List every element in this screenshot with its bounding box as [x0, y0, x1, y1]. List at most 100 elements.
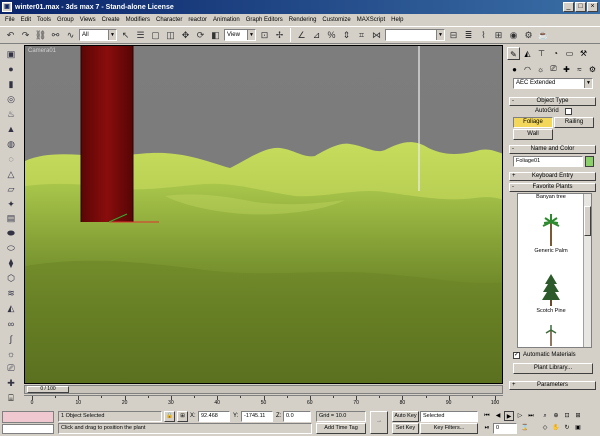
- absolute-mode-icon[interactable]: ⊞: [177, 411, 188, 422]
- geometry-icon[interactable]: ●: [509, 65, 520, 74]
- display-tab-icon[interactable]: ▭: [563, 47, 576, 60]
- render-scene-icon[interactable]: ⚙: [522, 29, 535, 42]
- x-coord-field[interactable]: 92.468: [198, 411, 230, 422]
- lights-category-icon[interactable]: ☼: [535, 65, 546, 74]
- plant-item-generic-palm[interactable]: Generic Palm: [518, 212, 584, 254]
- key-mode-dropdown[interactable]: Selected: [420, 411, 478, 422]
- wall-button[interactable]: Wall: [513, 129, 553, 140]
- lock-selection-icon[interactable]: 🔒: [164, 411, 175, 422]
- menu-customize[interactable]: Customize: [319, 17, 353, 23]
- oil-tank-icon[interactable]: ⬬: [3, 227, 19, 240]
- menu-help[interactable]: Help: [388, 17, 406, 23]
- name-and-color-rollout[interactable]: - Name and Color: [509, 145, 596, 154]
- torus-knot-icon[interactable]: ∞: [3, 317, 19, 330]
- align-icon[interactable]: ⊟: [447, 29, 460, 42]
- selection-filter-dropdown[interactable]: All ▼: [79, 29, 117, 41]
- plants-scrollbar[interactable]: [583, 194, 591, 347]
- quick-render-icon[interactable]: ☕: [537, 29, 550, 42]
- shapes-icon[interactable]: ◠: [522, 65, 533, 74]
- current-frame-field[interactable]: 0: [493, 423, 517, 434]
- sphere-icon[interactable]: ●: [3, 63, 19, 76]
- zoom-icon[interactable]: ⌕: [540, 411, 550, 421]
- reference-coordinate-dropdown[interactable]: View ▼: [224, 29, 256, 41]
- tube-icon[interactable]: ◌: [3, 153, 19, 166]
- object-name-field[interactable]: Foliage01: [513, 156, 583, 167]
- menu-tools[interactable]: Tools: [34, 17, 54, 23]
- menu-rendering[interactable]: Rendering: [286, 17, 320, 23]
- redo-icon[interactable]: ↷: [19, 29, 32, 42]
- space-warps-icon[interactable]: ≈: [574, 65, 585, 74]
- next-frame-icon[interactable]: ▷: [515, 411, 525, 421]
- cone-icon[interactable]: ▲: [3, 123, 19, 136]
- zoom-extents-all-icon[interactable]: ⊞: [573, 411, 583, 421]
- y-coord-field[interactable]: -1745.11: [241, 411, 273, 422]
- menu-file[interactable]: File: [2, 17, 18, 23]
- hierarchy-tab-icon[interactable]: ⊤: [535, 47, 548, 60]
- cylinder-icon[interactable]: ▮: [3, 78, 19, 91]
- plant-item-partial[interactable]: [518, 324, 584, 347]
- favorite-plants-list[interactable]: Banyan tree Generic Palm Scotch Pine: [517, 193, 592, 348]
- bind-space-warp-icon[interactable]: ∿: [64, 29, 77, 42]
- modify-tab-icon[interactable]: ◭: [521, 47, 534, 60]
- z-coord-field[interactable]: 0.0: [283, 411, 311, 422]
- utilities-tab-icon[interactable]: ⚒: [577, 47, 590, 60]
- teapot-icon[interactable]: ♨: [3, 108, 19, 121]
- select-manipulate-icon[interactable]: ✢: [273, 29, 286, 42]
- systems-icon[interactable]: ⚙: [587, 65, 598, 74]
- unlink-icon[interactable]: ⚯: [49, 29, 62, 42]
- plant-item-scotch-pine[interactable]: Scotch Pine: [518, 272, 584, 314]
- layer-manager-icon[interactable]: ≣: [462, 29, 475, 42]
- named-selection-icon[interactable]: ⌗: [355, 29, 368, 42]
- previous-frame-icon[interactable]: ◀: [493, 411, 503, 421]
- camera-icon[interactable]: ⎚: [3, 362, 19, 375]
- key-icon[interactable]: ⊸: [370, 411, 388, 434]
- time-slider-thumb[interactable]: 0 / 100: [27, 386, 69, 393]
- helpers-icon[interactable]: ✚: [3, 377, 19, 390]
- maximize-viewport-icon[interactable]: ▣: [573, 423, 583, 433]
- railing-button[interactable]: Railing: [554, 117, 594, 128]
- object-color-swatch[interactable]: [585, 156, 594, 167]
- hose-icon[interactable]: ∫: [3, 332, 19, 345]
- viewport-label[interactable]: Camera01: [28, 48, 56, 54]
- gengon-icon[interactable]: ⬡: [3, 272, 19, 285]
- keyboard-entry-rollout[interactable]: + Keyboard Entry: [509, 172, 596, 181]
- maxscript-listener-mini[interactable]: [2, 411, 54, 423]
- plant-item-banyan[interactable]: Banyan tree: [518, 194, 584, 200]
- menu-reactor[interactable]: reactor: [185, 17, 210, 23]
- box-icon[interactable]: ▣: [3, 48, 19, 61]
- category-dropdown[interactable]: AEC Extended ▼: [513, 78, 593, 89]
- ring-wave-icon[interactable]: ≋: [3, 287, 19, 300]
- select-by-name-icon[interactable]: ☰: [134, 29, 147, 42]
- 3ds-max-icon[interactable]: ▣: [2, 2, 12, 12]
- cameras-category-icon[interactable]: ⎚: [548, 64, 559, 74]
- curve-editor-icon[interactable]: ⌇: [477, 29, 490, 42]
- plants-scroll-thumb[interactable]: [584, 206, 591, 236]
- parameters-rollout[interactable]: + Parameters: [509, 381, 596, 390]
- spinner-snap-icon[interactable]: ⇕: [340, 29, 353, 42]
- pivot-center-icon[interactable]: ⊡: [258, 29, 271, 42]
- menu-character[interactable]: Character: [153, 17, 185, 23]
- capsule-icon[interactable]: ⬭: [3, 242, 19, 255]
- motion-tab-icon[interactable]: ◔: [549, 47, 562, 60]
- field-of-view-icon[interactable]: ◇: [540, 423, 550, 433]
- menu-edit[interactable]: Edit: [18, 17, 34, 23]
- automatic-materials-checkbox[interactable]: ✓: [513, 352, 520, 359]
- plant-library-button[interactable]: Plant Library...: [513, 363, 593, 374]
- angle-snap-icon[interactable]: ⊿: [310, 29, 323, 42]
- add-time-tag-button[interactable]: Add Time Tag: [316, 423, 366, 434]
- menu-group[interactable]: Group: [54, 17, 77, 23]
- geosphere-icon[interactable]: ◍: [3, 138, 19, 151]
- menu-modifiers[interactable]: Modifiers: [123, 17, 153, 23]
- selection-region-icon[interactable]: ▢: [149, 29, 162, 42]
- menu-graph-editors[interactable]: Graph Editors: [243, 17, 286, 23]
- zoom-extents-icon[interactable]: ⊡: [562, 411, 572, 421]
- minimize-icon[interactable]: _: [563, 2, 574, 12]
- plane-icon[interactable]: ▱: [3, 183, 19, 196]
- torus-icon[interactable]: ◎: [3, 93, 19, 106]
- favorite-plants-rollout[interactable]: - Favorite Plants: [509, 183, 596, 192]
- snaps-toggle-icon[interactable]: ∠: [295, 29, 308, 42]
- orbit-icon[interactable]: ↻: [562, 423, 572, 433]
- named-selection-sets-dropdown[interactable]: ▼: [385, 29, 445, 41]
- set-key-button[interactable]: Set Key: [392, 423, 419, 434]
- chamfer-box-icon[interactable]: ▤: [3, 212, 19, 225]
